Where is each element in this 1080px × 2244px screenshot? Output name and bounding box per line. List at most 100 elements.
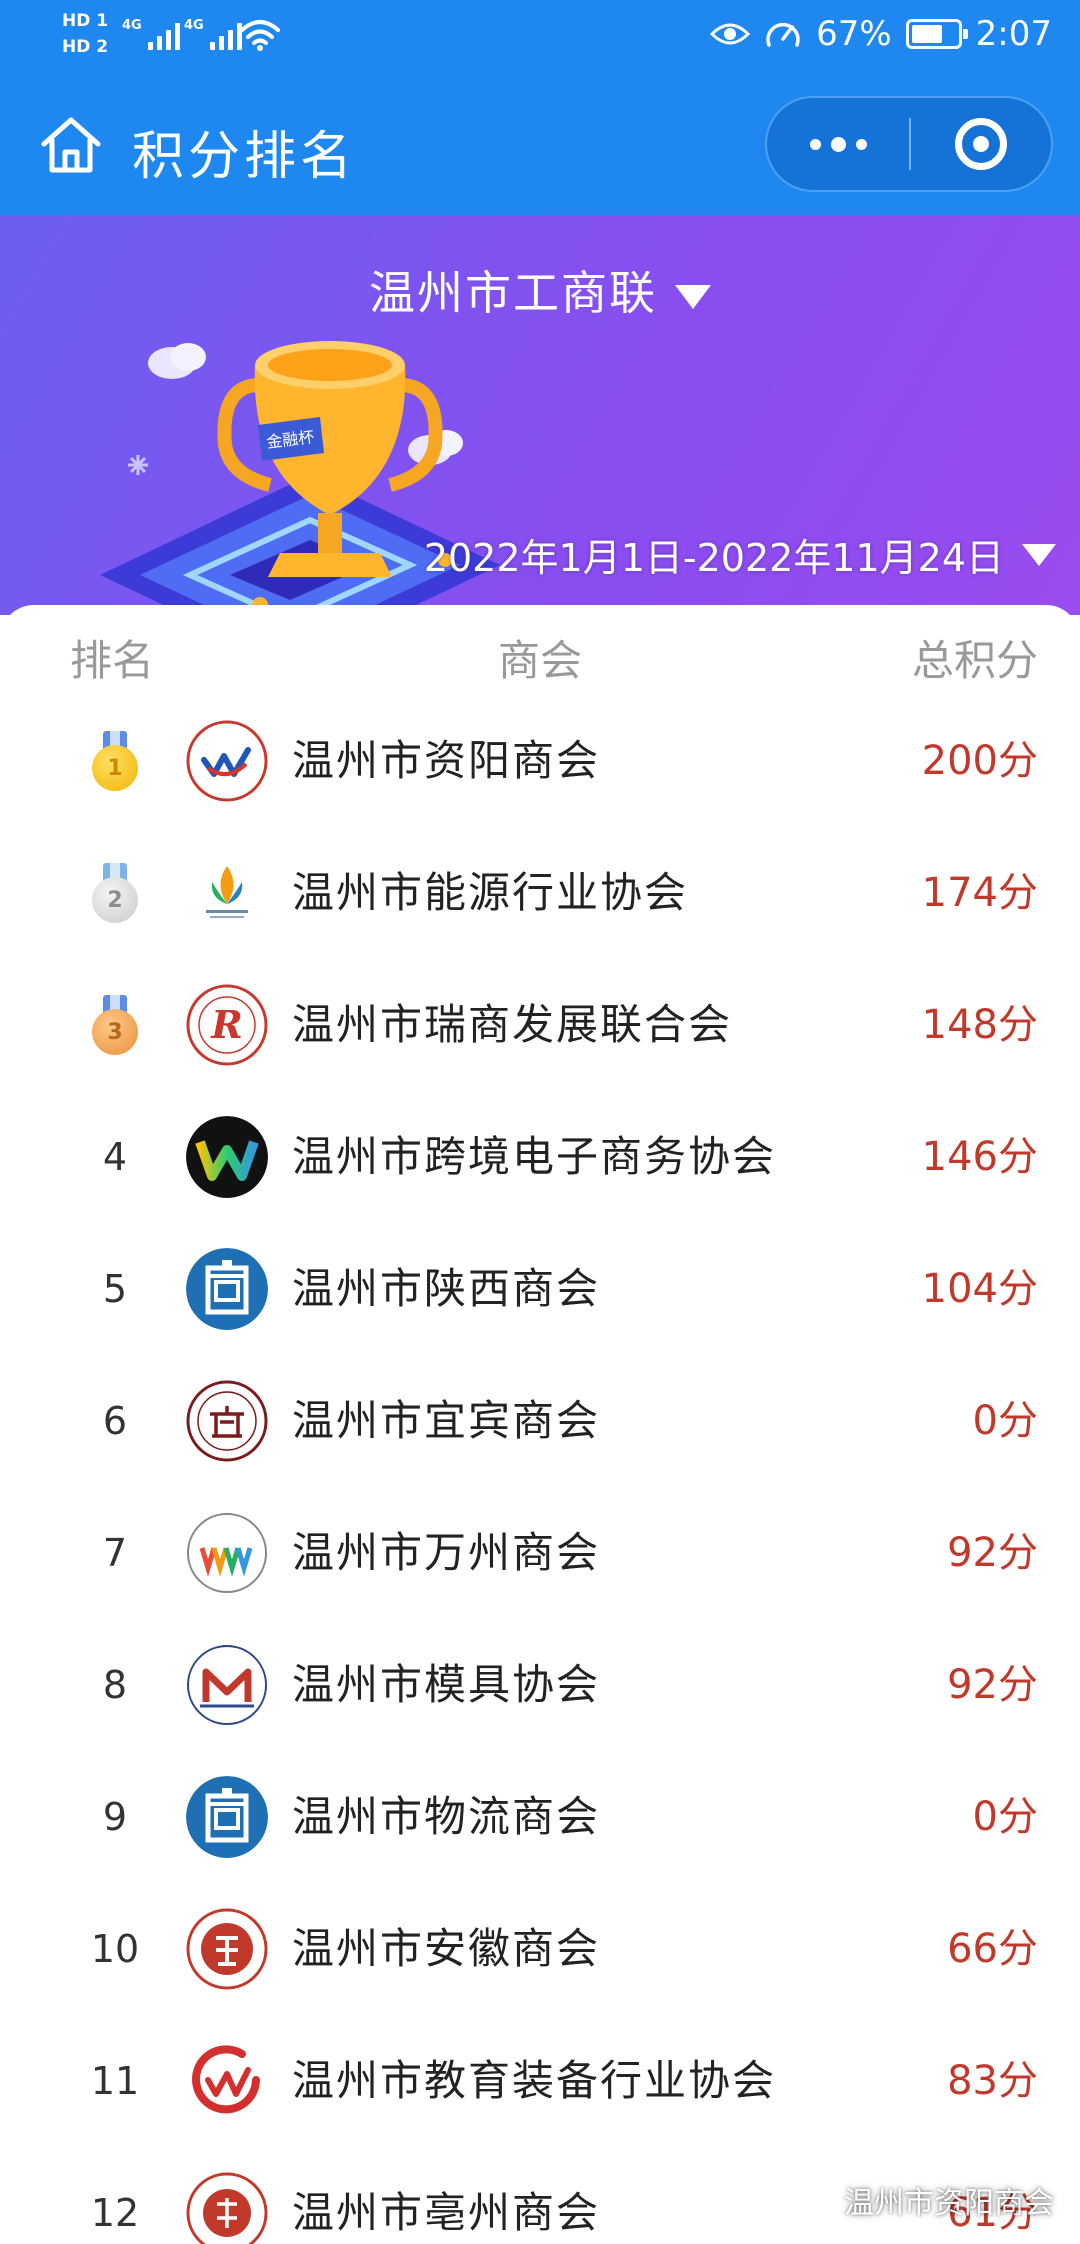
org-score: 0分 (972, 1398, 1038, 1444)
rank-cell: 8 (102, 1663, 128, 1707)
org-name: 温州市教育装备行业协会 (292, 2056, 777, 2105)
org-score: 66分 (947, 1926, 1038, 1972)
rank-cell: 3 (70, 959, 160, 1091)
rank-number: 2 (92, 877, 138, 923)
table-row[interactable]: 6 温州市宜宾商会 0分 (0, 1355, 1080, 1487)
org-logo-icon (187, 1513, 267, 1593)
nav-bar: 积分排名 (0, 80, 1080, 215)
table-row[interactable]: 9 温州市物流商会 0分 (0, 1751, 1080, 1883)
table-row[interactable]: 11 温州市教育装备行业协会 83分 (0, 2015, 1080, 2147)
table-row[interactable]: 1 温州市资阳商会 200分 (0, 695, 1080, 827)
table-row[interactable]: 3 R 温州市瑞商发展联合会 148分 (0, 959, 1080, 1091)
network-type-1: 4G (122, 18, 142, 33)
home-icon[interactable] (38, 112, 104, 178)
org-selector[interactable]: 温州市工商联 (0, 257, 1080, 323)
org-logo-icon (186, 1248, 268, 1330)
org-score: 92分 (947, 1662, 1038, 1708)
silver-medal-icon: 2 (92, 863, 138, 923)
hd-labels: HD 1 HD 2 (62, 8, 108, 60)
org-score: 146分 (921, 1134, 1038, 1180)
signal-2-icon: 4G (184, 18, 242, 50)
rank-cell: 9 (102, 1795, 128, 1839)
watermark-text: 温州市资阳商会 (844, 2186, 1054, 2221)
rank-cell: 6 (102, 1399, 128, 1443)
org-name: 温州市陕西商会 (292, 1264, 601, 1313)
org-name: 温州市亳州商会 (292, 2188, 601, 2237)
org-logo-icon (187, 853, 267, 933)
rank-cell: 5 (102, 1267, 128, 1311)
org-score: 83分 (947, 2058, 1038, 2104)
watermark: 温州市资阳商会 (802, 2178, 1054, 2222)
wechat-icon (802, 2186, 836, 2214)
status-right: 67% 2:07 (710, 14, 1052, 54)
date-range-selector[interactable]: 2022年1月1日-2022年11月24日 (424, 527, 1056, 582)
signal-1-icon: 4G (122, 18, 180, 50)
svg-text:R: R (210, 1002, 243, 1047)
org-selector-label: 温州市工商联 (369, 266, 657, 320)
rank-number: 3 (92, 1009, 138, 1055)
rank-cell: 4 (102, 1135, 128, 1179)
org-logo-icon (186, 1380, 268, 1462)
more-dots-icon[interactable] (767, 98, 909, 190)
hd1-label: HD 1 (62, 11, 109, 31)
table-row[interactable]: 7 温州市万州商会 92分 (0, 1487, 1080, 1619)
date-range-label: 2022年1月1日-2022年11月24日 (423, 536, 1004, 580)
battery-icon (905, 19, 968, 49)
eye-icon (710, 23, 751, 45)
org-name: 温州市模具协会 (292, 1660, 601, 1709)
clock: 2:07 (975, 14, 1052, 54)
caret-down-icon (1022, 543, 1056, 566)
rank-cell: 2 (70, 827, 160, 959)
table-row[interactable]: 4 温州市跨境电子商务协会 146分 (0, 1091, 1080, 1223)
ranking-panel: 排名 商会 总积分 1 温州市资阳商会 200分 2 温州市能源行业协会 174… (0, 605, 1080, 2244)
org-score: 104分 (921, 1266, 1038, 1312)
org-logo-icon (186, 2172, 268, 2244)
org-name: 温州市安徽商会 (292, 1924, 601, 1973)
org-score: 0分 (972, 1794, 1038, 1840)
top-bar: HD 1 HD 2 4G 4G 67% 2:07 积分排名 (0, 0, 1080, 215)
org-logo-icon (186, 1908, 268, 1990)
org-name: 温州市瑞商发展联合会 (292, 1000, 733, 1049)
ranking-list: 1 温州市资阳商会 200分 2 温州市能源行业协会 174分 3 R 温州市瑞… (0, 695, 1080, 2244)
rank-cell: 10 (90, 1927, 140, 1971)
table-row[interactable]: 8 温州市模具协会 92分 (0, 1619, 1080, 1751)
table-header: 排名 商会 总积分 (0, 627, 1080, 697)
rank-cell: 7 (102, 1531, 128, 1575)
org-score: 174分 (921, 870, 1038, 916)
status-bar: HD 1 HD 2 4G 4G 67% 2:07 (0, 0, 1080, 80)
banner: 金融杯 温州市工商联 2022年1月1日-2022年11月24日 (0, 215, 1080, 615)
speed-icon (766, 22, 800, 47)
org-name: 温州市宜宾商会 (292, 1396, 601, 1445)
org-logo-icon: R (186, 984, 268, 1066)
rank-cell: 1 (70, 695, 160, 827)
table-row[interactable]: 2 温州市能源行业协会 174分 (0, 827, 1080, 959)
col-score-header: 总积分 (911, 636, 1038, 685)
mini-program-capsule (765, 96, 1053, 192)
org-name: 温州市资阳商会 (292, 736, 601, 785)
table-row[interactable]: 5 温州市陕西商会 104分 (0, 1223, 1080, 1355)
page-title: 积分排名 (132, 127, 357, 187)
table-row[interactable]: 10 温州市安徽商会 66分 (0, 1883, 1080, 2015)
org-name: 温州市跨境电子商务协会 (292, 1132, 777, 1181)
org-logo-icon (187, 1645, 267, 1725)
org-logo-icon (186, 720, 268, 802)
hd2-label: HD 2 (62, 37, 109, 57)
battery-percent: 67% (816, 14, 892, 54)
close-target-icon[interactable] (911, 118, 1051, 170)
caret-down-icon (675, 284, 711, 309)
rank-cell: 12 (90, 2191, 140, 2235)
org-logo-icon (186, 1776, 268, 1858)
bronze-medal-icon: 3 (92, 995, 138, 1055)
org-name: 温州市万州商会 (292, 1528, 601, 1577)
org-name: 温州市能源行业协会 (292, 868, 689, 917)
org-logo-icon (186, 1116, 268, 1198)
org-score: 148分 (921, 1002, 1038, 1048)
gold-medal-icon: 1 (92, 731, 138, 791)
rank-cell: 11 (90, 2059, 140, 2103)
org-score: 200分 (921, 738, 1038, 784)
network-type-2: 4G (184, 18, 204, 33)
rank-number: 1 (92, 745, 138, 791)
wifi-icon (240, 20, 280, 51)
org-score: 92分 (947, 1530, 1038, 1576)
org-name: 温州市物流商会 (292, 1792, 601, 1841)
